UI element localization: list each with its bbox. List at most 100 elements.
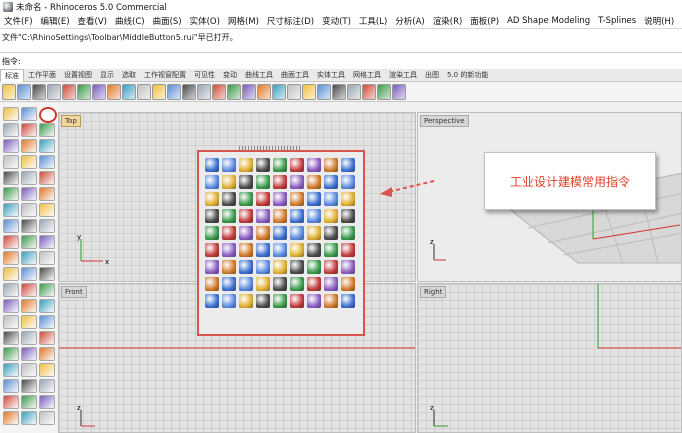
side-tool-icon[interactable]: [3, 347, 19, 361]
tab-2[interactable]: 设置视图: [60, 69, 96, 81]
popup-command-icon[interactable]: [341, 294, 355, 308]
undo-icon[interactable]: [107, 83, 121, 100]
popup-command-icon[interactable]: [222, 175, 236, 189]
side-tool-icon[interactable]: [21, 411, 37, 425]
popup-command-icon[interactable]: [341, 243, 355, 257]
side-tool-icon[interactable]: [3, 187, 19, 201]
menu-item-2[interactable]: 查看(V): [74, 15, 111, 27]
side-tool-icon[interactable]: [3, 219, 19, 233]
popup-command-icon[interactable]: [205, 260, 219, 274]
popup-command-icon[interactable]: [341, 192, 355, 206]
tab-10[interactable]: 实体工具: [313, 69, 349, 81]
popup-command-icon[interactable]: [341, 158, 355, 172]
popup-command-icon[interactable]: [222, 209, 236, 223]
popup-command-icon[interactable]: [324, 158, 338, 172]
side-tool-icon[interactable]: [3, 283, 19, 297]
menu-item-8[interactable]: 变动(T): [318, 15, 355, 27]
side-tool-icon[interactable]: [21, 139, 37, 153]
tab-8[interactable]: 曲线工具: [241, 69, 277, 81]
popup-command-icon[interactable]: [273, 209, 287, 223]
popup-command-icon[interactable]: [273, 277, 287, 291]
popup-command-icon[interactable]: [324, 209, 338, 223]
tab-12[interactable]: 渲染工具: [385, 69, 421, 81]
side-tool-icon[interactable]: [3, 139, 19, 153]
side-tool-icon[interactable]: [3, 363, 19, 377]
popup-command-icon[interactable]: [239, 243, 253, 257]
popup-command-icon[interactable]: [307, 294, 321, 308]
side-tool-icon[interactable]: [21, 203, 37, 217]
side-tool-icon[interactable]: [21, 219, 37, 233]
menu-item-13[interactable]: AD Shape Modeling: [503, 16, 594, 26]
side-tool-icon[interactable]: [21, 123, 37, 137]
print-icon[interactable]: [47, 83, 61, 100]
side-tool-icon[interactable]: [39, 171, 55, 185]
side-tool-icon[interactable]: [3, 123, 19, 137]
popup-command-icon[interactable]: [307, 277, 321, 291]
popup-command-icon[interactable]: [256, 158, 270, 172]
popup-command-icon[interactable]: [239, 158, 253, 172]
side-tool-icon[interactable]: [3, 171, 19, 185]
side-tool-icon[interactable]: [39, 315, 55, 329]
side-tool-icon[interactable]: [39, 347, 55, 361]
side-tool-icon[interactable]: [21, 171, 37, 185]
tab-3[interactable]: 显示: [96, 69, 118, 81]
viewport-right[interactable]: Right z: [417, 283, 682, 433]
side-tool-icon[interactable]: [39, 267, 55, 281]
popup-command-icon[interactable]: [324, 294, 338, 308]
rotate-view-icon[interactable]: [152, 83, 166, 100]
popup-command-icon[interactable]: [341, 277, 355, 291]
popup-command-icon[interactable]: [239, 294, 253, 308]
popup-command-icon[interactable]: [273, 192, 287, 206]
popup-command-icon[interactable]: [239, 260, 253, 274]
popup-command-icon[interactable]: [222, 260, 236, 274]
popup-command-icon[interactable]: [205, 175, 219, 189]
side-tool-icon[interactable]: [21, 363, 37, 377]
popup-command-icon[interactable]: [324, 175, 338, 189]
side-tool-icon[interactable]: [39, 203, 55, 217]
side-tool-icon[interactable]: [21, 299, 37, 313]
popup-command-icon[interactable]: [222, 294, 236, 308]
popup-command-icon[interactable]: [239, 226, 253, 240]
popup-command-icon[interactable]: [256, 209, 270, 223]
side-tool-icon[interactable]: [21, 331, 37, 345]
side-tool-icon[interactable]: [3, 331, 19, 345]
pan-icon[interactable]: [137, 83, 151, 100]
tab-5[interactable]: 工作视窗配置: [140, 69, 190, 81]
record-history-icon[interactable]: [39, 107, 57, 123]
copy-icon[interactable]: [77, 83, 91, 100]
side-tool-icon[interactable]: [3, 315, 19, 329]
material-icon[interactable]: [287, 83, 301, 100]
side-tool-icon[interactable]: [3, 267, 19, 281]
popup-command-icon[interactable]: [290, 260, 304, 274]
popup-command-icon[interactable]: [256, 175, 270, 189]
popup-command-icon[interactable]: [273, 294, 287, 308]
popup-command-icon[interactable]: [290, 192, 304, 206]
popup-command-icon[interactable]: [290, 158, 304, 172]
side-tool-icon[interactable]: [21, 395, 37, 409]
tab-1[interactable]: 工作平面: [24, 69, 60, 81]
tab-9[interactable]: 曲面工具: [277, 69, 313, 81]
side-tool-icon[interactable]: [3, 395, 19, 409]
side-tool-icon[interactable]: [21, 187, 37, 201]
tab-11[interactable]: 网格工具: [349, 69, 385, 81]
side-tool-icon[interactable]: [39, 123, 55, 137]
side-tool-icon[interactable]: [3, 155, 19, 169]
popup-command-icon[interactable]: [341, 226, 355, 240]
side-tool-icon[interactable]: [3, 299, 19, 313]
menu-item-7[interactable]: 尺寸标注(D): [263, 15, 318, 27]
command-line[interactable]: 指令:: [0, 52, 682, 70]
popup-command-icon[interactable]: [341, 260, 355, 274]
side-tool-icon[interactable]: [21, 347, 37, 361]
popup-command-icon[interactable]: [273, 226, 287, 240]
side-tool-icon[interactable]: [39, 299, 55, 313]
popup-command-icon[interactable]: [256, 294, 270, 308]
popup-command-icon[interactable]: [290, 226, 304, 240]
popup-drag-handle[interactable]: [239, 146, 301, 150]
popup-command-icon[interactable]: [290, 277, 304, 291]
render-icon[interactable]: [347, 83, 361, 100]
show-layers-icon[interactable]: [242, 83, 256, 100]
side-tool-icon[interactable]: [3, 411, 19, 425]
popup-command-icon[interactable]: [290, 294, 304, 308]
popup-command-icon[interactable]: [307, 243, 321, 257]
menu-item-11[interactable]: 渲染(R): [429, 15, 467, 27]
